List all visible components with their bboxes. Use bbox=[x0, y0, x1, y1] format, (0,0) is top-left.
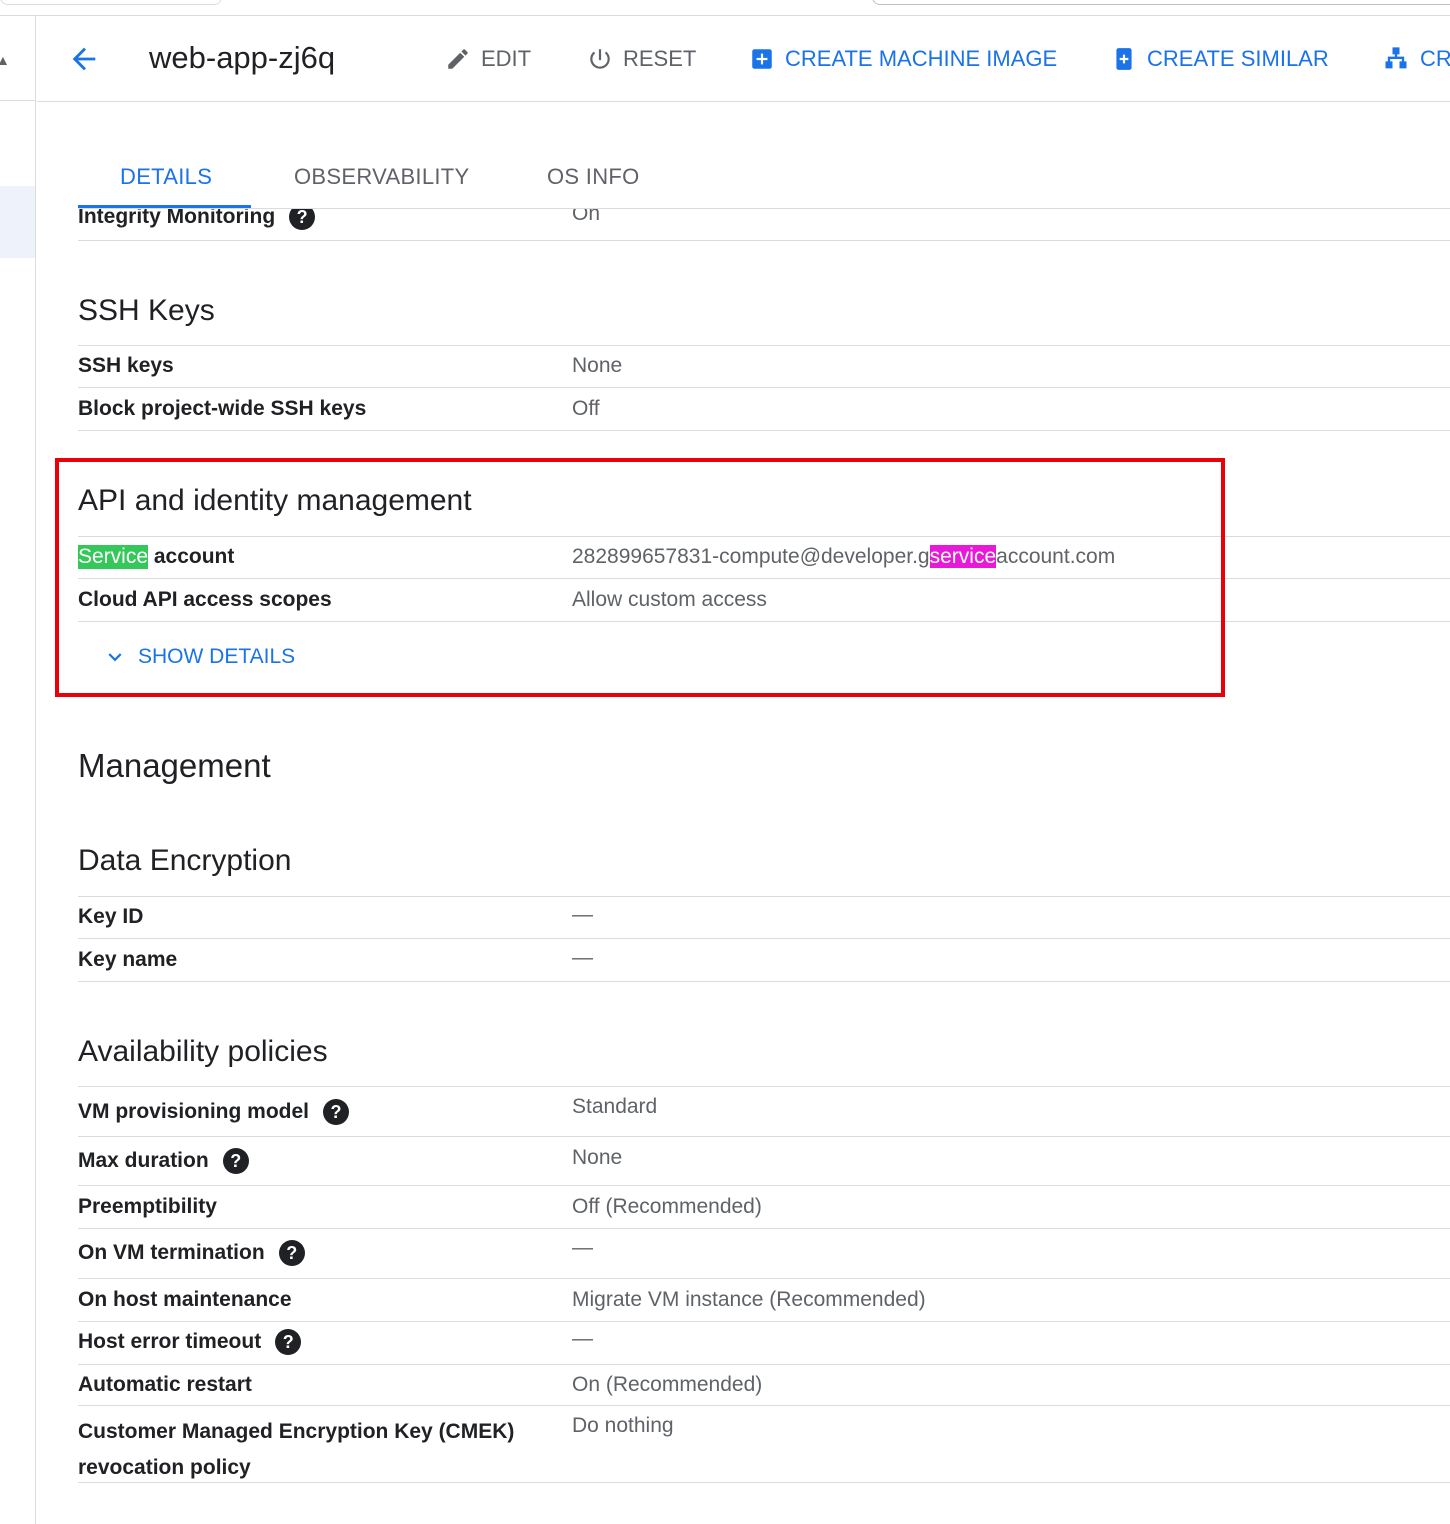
host-maintenance-row: On host maintenance Migrate VM instance … bbox=[78, 1280, 1450, 1322]
page-title: web-app-zj6q bbox=[149, 40, 336, 75]
add-box-icon bbox=[752, 49, 772, 69]
key-id-label: Key ID bbox=[78, 905, 144, 928]
preemptibility-label: Preemptibility bbox=[78, 1195, 217, 1218]
browser-address-shape[interactable] bbox=[872, 0, 1450, 5]
host-error-timeout-label: Host error timeout bbox=[78, 1330, 262, 1353]
browser-tab-shape[interactable] bbox=[0, 0, 222, 5]
host-error-timeout-label-wrap: Host error timeout ? bbox=[78, 1329, 302, 1355]
power-icon bbox=[590, 49, 610, 69]
reset-button[interactable]: RESET bbox=[587, 44, 696, 74]
create-similar-button[interactable]: CREATE SIMILAR bbox=[1111, 44, 1329, 74]
cmek-revocation-value: Do nothing bbox=[572, 1414, 674, 1437]
availability-policies-title: Availability policies bbox=[78, 1035, 328, 1068]
block-ssh-keys-value: Off bbox=[572, 397, 600, 420]
block-ssh-keys-row: Block project-wide SSH keys Off bbox=[78, 389, 1450, 431]
edit-label: EDIT bbox=[481, 46, 532, 71]
ssh-keys-value: None bbox=[572, 354, 623, 377]
help-circle-icon[interactable]: ? bbox=[278, 1240, 305, 1266]
add-doc-icon bbox=[1116, 48, 1132, 70]
vm-termination-row: On VM termination ? — bbox=[78, 1230, 1450, 1279]
key-name-value: — bbox=[572, 946, 593, 969]
rail-selected-item[interactable] bbox=[0, 186, 35, 258]
block-ssh-keys-label: Block project-wide SSH keys bbox=[78, 397, 367, 420]
vm-provisioning-value: Standard bbox=[572, 1095, 658, 1118]
browser-top-strip bbox=[0, 0, 1450, 16]
cmek-label-line2: revocation policy bbox=[78, 1456, 251, 1479]
key-id-row: Key ID — bbox=[78, 897, 1450, 939]
data-encryption-title: Data Encryption bbox=[78, 844, 292, 877]
pencil-icon bbox=[448, 49, 468, 69]
vm-termination-label-wrap: On VM termination ? bbox=[78, 1240, 305, 1266]
vm-termination-label: On VM termination bbox=[78, 1241, 265, 1264]
max-duration-label-wrap: Max duration ? bbox=[78, 1148, 249, 1174]
preemptibility-row: Preemptibility Off (Recommended) bbox=[78, 1187, 1450, 1229]
reset-label: RESET bbox=[623, 46, 697, 71]
tab-bar: DETAILS OBSERVABILITY OS INFO bbox=[78, 150, 1450, 209]
automatic-restart-label: Automatic restart bbox=[78, 1373, 252, 1396]
automatic-restart-value: On (Recommended) bbox=[572, 1373, 763, 1396]
max-duration-label: Max duration bbox=[78, 1149, 209, 1172]
host-maintenance-value: Migrate VM instance (Recommended) bbox=[572, 1288, 926, 1311]
integrity-value: On bbox=[572, 209, 601, 225]
arrow-back-icon bbox=[72, 47, 96, 71]
preemptibility-value: Off (Recommended) bbox=[572, 1195, 762, 1218]
cmek-revocation-row: Customer Managed Encryption Key (CMEK) r… bbox=[78, 1407, 1450, 1483]
edit-button[interactable]: EDIT bbox=[445, 44, 531, 74]
ssh-keys-label: SSH keys bbox=[78, 354, 174, 377]
key-name-label: Key name bbox=[78, 948, 178, 971]
key-id-value: — bbox=[572, 903, 593, 926]
host-maintenance-label: On host maintenance bbox=[78, 1288, 292, 1311]
key-name-row: Key name — bbox=[78, 940, 1450, 982]
active-tab-indicator bbox=[78, 205, 251, 208]
automatic-restart-row: Automatic restart On (Recommended) bbox=[78, 1366, 1450, 1406]
help-circle-icon[interactable]: ? bbox=[289, 209, 316, 230]
integrity-label: Integrity Monitoring bbox=[78, 209, 276, 228]
left-nav-rail: ▲ bbox=[0, 16, 36, 1524]
host-error-timeout-value: — bbox=[572, 1327, 593, 1350]
tab-observability[interactable]: OBSERVABILITY bbox=[294, 164, 470, 190]
ssh-keys-row: SSH keys None bbox=[78, 346, 1450, 388]
highlight-box bbox=[55, 458, 1225, 697]
host-error-timeout-row: Host error timeout ? — bbox=[78, 1323, 1450, 1365]
max-duration-value: None bbox=[572, 1146, 623, 1169]
help-circle-icon[interactable]: ? bbox=[323, 1099, 350, 1125]
max-duration-row: Max duration ? None bbox=[78, 1138, 1450, 1186]
create-machine-image-label: CREATE MACHINE IMAGE bbox=[785, 46, 1058, 71]
create-group-button[interactable]: CRI bbox=[1382, 44, 1450, 74]
vm-provisioning-row: VM provisioning model ? Standard bbox=[78, 1087, 1450, 1137]
help-circle-icon[interactable]: ? bbox=[222, 1148, 249, 1174]
cmek-revocation-label: Customer Managed Encryption Key (CMEK) r… bbox=[78, 1414, 514, 1486]
create-similar-label: CREATE SIMILAR bbox=[1147, 46, 1329, 71]
vm-provisioning-label: VM provisioning model bbox=[78, 1100, 310, 1123]
ssh-keys-title: SSH Keys bbox=[78, 294, 215, 327]
create-machine-image-button[interactable]: CREATE MACHINE IMAGE bbox=[749, 44, 1057, 74]
vm-termination-value: — bbox=[572, 1236, 593, 1259]
hierarchy-icon bbox=[1385, 47, 1407, 69]
create-truncated-label: CRI bbox=[1420, 46, 1450, 71]
tab-details[interactable]: DETAILS bbox=[120, 164, 212, 190]
back-button[interactable] bbox=[67, 42, 101, 76]
integrity-monitoring-row: Integrity Monitoring ? On bbox=[78, 209, 1450, 241]
integrity-label-wrap: Integrity Monitoring ? bbox=[78, 209, 316, 230]
vm-provisioning-label-wrap: VM provisioning model ? bbox=[78, 1099, 350, 1125]
cmek-label-line1: Customer Managed Encryption Key (CMEK) bbox=[78, 1420, 515, 1443]
tab-os-info[interactable]: OS INFO bbox=[547, 164, 640, 190]
rail-header: ▲ bbox=[0, 16, 35, 101]
help-circle-icon[interactable]: ? bbox=[275, 1329, 302, 1355]
page-header: web-app-zj6q EDIT RESET CREATE MACHINE I… bbox=[37, 16, 1450, 102]
management-title: Management bbox=[78, 747, 271, 784]
collapse-caret-icon[interactable]: ▲ bbox=[0, 52, 10, 68]
